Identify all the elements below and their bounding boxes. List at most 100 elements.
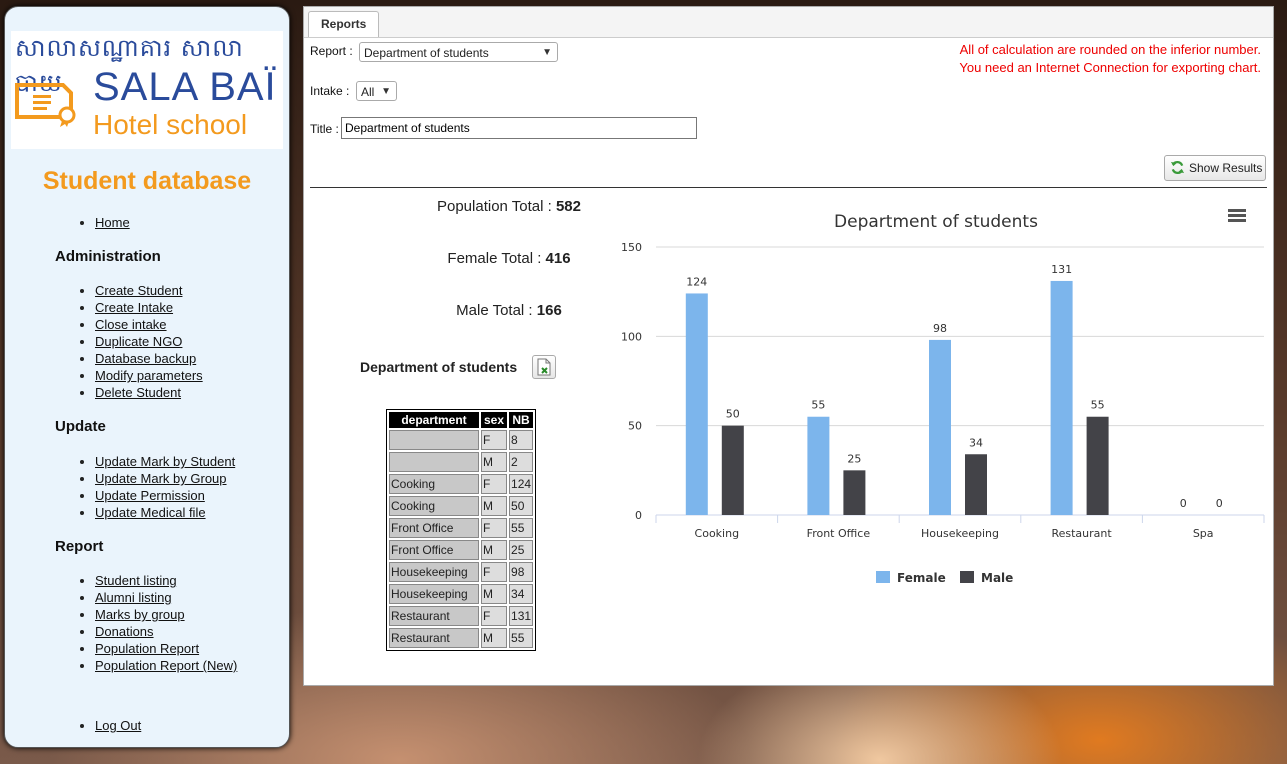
department-cell	[389, 430, 479, 450]
update-medical-file-link[interactable]: Update Medical file	[95, 505, 206, 520]
male-total-value: 166	[536, 302, 562, 319]
administration-nav: Create Student Create Intake Close intak…	[55, 282, 203, 401]
table-row: Restaurant F 131	[389, 606, 534, 626]
sex-cell: M	[481, 628, 508, 648]
update-heading: Update	[55, 418, 106, 435]
department-cell: Front Office	[389, 540, 479, 560]
certificate-icon	[15, 83, 76, 127]
bar-value-label: 124	[686, 275, 707, 288]
divider	[310, 187, 1267, 188]
table-body: F 8 M 2 Cooking F 124 Cooking M 50 Front Office F 55…	[389, 430, 534, 648]
report-heading: Report	[55, 538, 104, 555]
logo-hotel: Hotel	[93, 109, 159, 140]
population-report-new-link[interactable]: Population Report (New)	[95, 658, 237, 673]
department-cell: Front Office	[389, 518, 479, 538]
delete-student-link[interactable]: Delete Student	[95, 385, 181, 400]
create-student-link[interactable]: Create Student	[95, 283, 182, 298]
nav-item: Alumni listing	[95, 589, 237, 606]
nav-item: Student listing	[95, 572, 237, 589]
tab-reports[interactable]: Reports	[308, 11, 380, 37]
population-total-label: Population Total :	[436, 198, 556, 215]
sex-cell: M	[481, 452, 508, 472]
department-column-header: department	[389, 412, 479, 428]
department-chart: Department of students 0 50 100 150 Cooking 12…	[621, 212, 1265, 585]
nb-cell: 2	[509, 452, 534, 472]
show-results-label: Show Results	[1189, 161, 1263, 175]
department-cell: Cooking	[389, 474, 479, 494]
table-row: Restaurant M 55	[389, 628, 534, 648]
sex-cell: M	[481, 540, 508, 560]
x-category-label: Housekeeping	[921, 527, 999, 540]
male-bar	[1086, 416, 1109, 515]
nav-item: Delete Student	[95, 384, 203, 401]
nav-item: Close intake	[95, 316, 203, 333]
update-mark-by-group-link[interactable]: Update Mark by Group	[95, 471, 227, 486]
nb-cell: 131	[509, 606, 534, 626]
refresh-icon	[1170, 160, 1185, 175]
donations-link[interactable]: Donations	[95, 624, 154, 639]
report-nav: Student listing Alumni listing Marks by …	[55, 572, 237, 674]
report-select-value: Department of students	[364, 46, 489, 60]
bar-value-label: 25	[847, 452, 861, 465]
update-permission-link[interactable]: Update Permission	[95, 488, 205, 503]
female-bar	[1050, 280, 1073, 515]
database-backup-link[interactable]: Database backup	[95, 351, 196, 366]
bar-value-label: 0	[1216, 497, 1223, 510]
nav-item: Duplicate NGO	[95, 333, 203, 350]
nav-item: Create Intake	[95, 299, 203, 316]
department-cell: Restaurant	[389, 606, 479, 626]
nav-item: Update Medical file	[95, 504, 235, 521]
create-intake-link[interactable]: Create Intake	[95, 300, 173, 315]
population-total-value: 582	[555, 198, 581, 215]
alumni-listing-link[interactable]: Alumni listing	[95, 590, 172, 605]
y-tick-label: 150	[621, 241, 642, 254]
tab-bar: Reports	[304, 7, 1273, 38]
report-select[interactable]: Department of students ▼	[359, 42, 558, 62]
update-mark-by-student-link[interactable]: Update Mark by Student	[95, 454, 235, 469]
duplicate-ngo-link[interactable]: Duplicate NGO	[95, 334, 182, 349]
intake-label: Intake :	[310, 84, 350, 98]
sex-cell: F	[481, 430, 508, 450]
chart-title: Department of students	[834, 212, 1038, 232]
bar-value-label: 0	[1180, 497, 1187, 510]
nb-cell: 55	[509, 628, 534, 648]
nav-item-home: Home	[95, 214, 130, 231]
table-row: F8	[389, 430, 534, 450]
nb-cell: 124	[509, 474, 534, 494]
modify-parameters-link[interactable]: Modify parameters	[95, 368, 203, 383]
population-report-link[interactable]: Population Report	[95, 641, 199, 656]
home-link[interactable]: Home	[95, 215, 130, 230]
chevron-down-icon: ▼	[542, 47, 552, 58]
show-results-button[interactable]: Show Results	[1164, 155, 1266, 181]
x-category-label: Front Office	[807, 527, 871, 540]
administration-heading: Administration	[55, 248, 161, 265]
male-total-label: Male Total :	[456, 302, 537, 319]
close-intake-link[interactable]: Close intake	[95, 317, 167, 332]
table-row: Housekeeping M 34	[389, 584, 534, 604]
department-cell: Restaurant	[389, 628, 479, 648]
nb-cell: 34	[509, 584, 534, 604]
nav-item: Modify parameters	[95, 367, 203, 384]
y-tick-label: 0	[635, 509, 642, 522]
export-excel-button[interactable]	[532, 355, 556, 379]
logout-link[interactable]: Log Out	[95, 718, 141, 733]
nav-item: Population Report (New)	[95, 657, 237, 674]
title-input[interactable]	[341, 117, 697, 139]
nav-item-logout: Log Out	[95, 717, 141, 734]
table-row: Housekeeping F 98	[389, 562, 534, 582]
intake-select[interactable]: All ▼	[356, 81, 397, 101]
sex-cell: F	[481, 518, 508, 538]
logout-nav: Log Out	[55, 717, 141, 734]
male-bar	[965, 454, 987, 515]
sex-column-header: sex	[481, 412, 508, 428]
update-nav: Update Mark by Student Update Mark by Gr…	[55, 453, 235, 521]
sidebar-title: Student database	[42, 167, 252, 195]
male-bar	[721, 425, 744, 515]
sala-bai-logo: សាលាសណ្ឋាគារ សាលាបាយ SALA BAÏ Hotel scho…	[11, 31, 283, 149]
rounding-note: All of calculation are rounded on the in…	[959, 42, 1261, 57]
nb-cell: 50	[509, 496, 534, 516]
marks-by-group-link[interactable]: Marks by group	[95, 607, 185, 622]
nb-cell: 98	[509, 562, 534, 582]
student-listing-link[interactable]: Student listing	[95, 573, 177, 588]
logo-hotel-school: Hotel school	[93, 109, 247, 141]
